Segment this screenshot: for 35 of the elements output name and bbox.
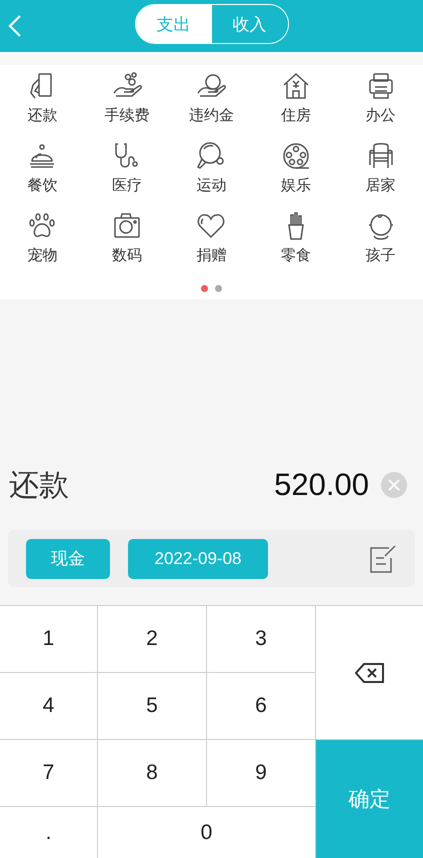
category-label[interactable]: 零食 [281,246,312,265]
category-label[interactable]: 还款 [27,106,58,125]
category-label[interactable]: 捐赠 [196,246,226,265]
category-label[interactable]: 餐饮 [27,176,58,195]
keypad-key[interactable]: 6 [207,673,315,739]
category-label[interactable]: 宠物 [27,246,58,265]
paddle-icon[interactable] [196,141,226,171]
category-label[interactable]: 运动 [196,176,226,195]
category-label[interactable]: 办公 [366,106,396,125]
category-label[interactable]: 手续费 [104,106,150,125]
note-icon[interactable] [369,544,397,574]
keypad-key[interactable]: 9 [207,740,315,806]
keypad-key[interactable]: 4 [0,673,97,739]
keypad-key[interactable]: 0 [98,807,315,858]
keypad-key[interactable]: 7 [0,740,97,806]
amount-value: 520.00 [274,467,369,503]
category-name: 还款 [9,466,70,504]
keypad-key[interactable]: 3 [207,606,315,672]
camera-icon[interactable] [112,211,142,241]
category-label[interactable]: 住房 [281,106,312,125]
house-icon[interactable] [281,71,312,101]
category-label[interactable]: 数码 [112,246,142,265]
category-label[interactable]: 医疗 [112,176,142,195]
keypad-key[interactable]: 8 [98,740,206,806]
category-label[interactable]: 孩子 [366,246,396,265]
keypad-key[interactable]: 1 [0,606,97,672]
keypad-key[interactable]: 2 [98,606,206,672]
category-label[interactable]: 违约金 [188,106,234,125]
keypad-key[interactable]: . [0,807,97,858]
keypad-key[interactable]: 5 [98,673,206,739]
category-label[interactable]: 居家 [366,176,396,195]
heart-icon[interactable] [196,211,226,241]
category-label[interactable]: 娱乐 [281,176,312,195]
film-reel-icon[interactable] [281,141,312,171]
backspace-icon [354,662,384,684]
